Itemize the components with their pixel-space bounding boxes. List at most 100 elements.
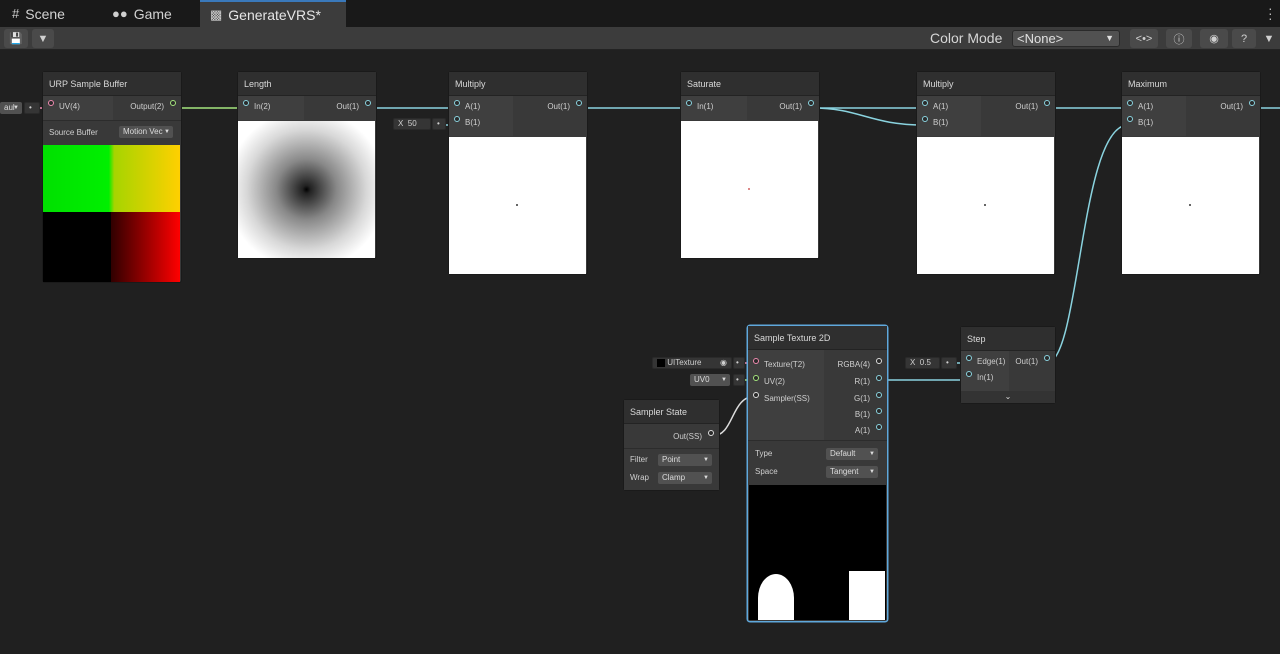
preview-white-rect bbox=[849, 571, 885, 620]
chevron-down-icon: ▼ bbox=[721, 377, 727, 383]
output-port-b[interactable] bbox=[876, 408, 882, 414]
input-port-in[interactable] bbox=[243, 100, 249, 106]
input-port-uv[interactable] bbox=[48, 100, 54, 106]
more-options-icon[interactable]: · · · bbox=[1268, 1, 1273, 25]
port-label-uv: UV(4) bbox=[59, 102, 80, 111]
input-port-a[interactable] bbox=[454, 100, 460, 106]
uv-port-field[interactable]: • bbox=[733, 374, 745, 386]
wrap-value: Clamp bbox=[662, 473, 686, 482]
port-dot-icon: • bbox=[437, 119, 440, 128]
node-step[interactable]: Step Edge(1) In(1) Out(1) ⌄ bbox=[961, 327, 1055, 403]
port-label-in: In(1) bbox=[697, 102, 714, 111]
graph-inspector-button[interactable]: ⓘ bbox=[1166, 29, 1192, 48]
save-dropdown-button[interactable]: ▼ bbox=[32, 29, 54, 48]
node-ports: Out(SS) bbox=[624, 424, 719, 448]
type-dropdown[interactable]: Default ▼ bbox=[826, 448, 878, 460]
node-title: Multiply bbox=[449, 72, 587, 96]
space-dropdown[interactable]: Tangent ▼ bbox=[826, 466, 878, 478]
object-picker-icon[interactable]: ◉ bbox=[720, 358, 727, 368]
input-port-sampler[interactable] bbox=[753, 392, 759, 398]
output-port[interactable] bbox=[365, 100, 371, 106]
node-sampler-state[interactable]: Sampler State Out(SS) Filter Point ▼ Wra… bbox=[624, 400, 719, 490]
port-dot-icon: • bbox=[29, 103, 32, 112]
main-preview-button[interactable]: ◉ bbox=[1200, 29, 1228, 48]
step-edge-value-field[interactable]: X 0.5 bbox=[905, 357, 940, 369]
filter-dropdown[interactable]: Point ▼ bbox=[658, 454, 712, 466]
input-port-a[interactable] bbox=[922, 100, 928, 106]
multiply-b-value-field[interactable]: X 50 bbox=[393, 118, 431, 130]
type-value: Default bbox=[830, 449, 856, 458]
gamepad-icon: ●● bbox=[112, 6, 128, 21]
output-port[interactable] bbox=[576, 100, 582, 106]
toolbar-menu-button[interactable]: ▼ bbox=[1260, 29, 1278, 48]
node-maximum[interactable]: Maximum A(1) B(1) Out(1) bbox=[1122, 72, 1260, 274]
node-ports: UV(4) Output(2) bbox=[43, 96, 181, 120]
input-port-in[interactable] bbox=[966, 371, 972, 377]
tab-game[interactable]: ●● Game bbox=[102, 0, 182, 27]
uv-default-dropdown[interactable]: aul ▼ bbox=[0, 102, 22, 114]
space-value: Tangent bbox=[830, 467, 859, 476]
help-icon: ? bbox=[1240, 32, 1248, 45]
uv-default-port-field[interactable]: • bbox=[24, 102, 40, 114]
output-port-a[interactable] bbox=[876, 424, 882, 430]
port-label-in: In(2) bbox=[254, 102, 271, 111]
preview-red-quadrant bbox=[111, 212, 180, 282]
input-port-in[interactable] bbox=[686, 100, 692, 106]
port-label-rgba: RGBA(4) bbox=[837, 360, 870, 369]
node-length[interactable]: Length In(2) Out(1) bbox=[238, 72, 376, 258]
tab-label: Game bbox=[133, 5, 172, 22]
input-port-edge[interactable] bbox=[966, 355, 972, 361]
multiply-b-port-field[interactable]: • bbox=[432, 118, 446, 130]
save-icon: 💾 bbox=[9, 33, 23, 45]
output-port[interactable] bbox=[1044, 100, 1050, 106]
node-preview bbox=[1122, 137, 1259, 274]
input-port-texture[interactable] bbox=[753, 358, 759, 364]
node-ports: A(1) B(1) Out(1) bbox=[917, 96, 1055, 136]
node-title: Sampler State bbox=[624, 400, 719, 424]
node-properties: Source Buffer Motion Vec ▼ bbox=[43, 120, 181, 144]
output-port-rgba[interactable] bbox=[876, 358, 882, 364]
texture-thumbnail bbox=[657, 358, 665, 367]
output-port[interactable] bbox=[170, 100, 176, 106]
output-port[interactable] bbox=[708, 430, 714, 436]
wrap-label: Wrap bbox=[630, 473, 649, 482]
port-label-out: Out(1) bbox=[547, 102, 570, 111]
node-saturate[interactable]: Saturate In(1) Out(1) bbox=[681, 72, 819, 258]
inputs-panel bbox=[681, 96, 747, 120]
texture-port-field[interactable]: • bbox=[733, 357, 745, 369]
source-buffer-dropdown[interactable]: Motion Vec ▼ bbox=[119, 126, 173, 138]
output-port[interactable] bbox=[1044, 355, 1050, 361]
save-button[interactable]: 💾 bbox=[4, 29, 28, 48]
wire-step-to-maximum-b bbox=[1046, 124, 1129, 364]
expand-preview-button[interactable]: ⌄ bbox=[961, 391, 1055, 403]
input-port-b[interactable] bbox=[454, 116, 460, 122]
node-urp-sample-buffer[interactable]: URP Sample Buffer UV(4) Output(2) Source… bbox=[43, 72, 181, 282]
output-port[interactable] bbox=[808, 100, 814, 106]
node-multiply-2[interactable]: Multiply A(1) B(1) Out(1) bbox=[917, 72, 1055, 274]
port-label-a: A(1) bbox=[465, 102, 481, 111]
output-port-g[interactable] bbox=[876, 392, 882, 398]
input-port-uv[interactable] bbox=[753, 375, 759, 381]
chevron-down-icon: ▼ bbox=[869, 469, 875, 475]
input-port-b[interactable] bbox=[1127, 116, 1133, 122]
preview-center-dot bbox=[984, 204, 986, 206]
tab-generatevrs[interactable]: ▩ GenerateVRS* bbox=[200, 0, 346, 27]
output-port-r[interactable] bbox=[876, 375, 882, 381]
node-multiply[interactable]: Multiply A(1) B(1) Out(1) bbox=[449, 72, 587, 274]
step-edge-port-field[interactable]: • bbox=[941, 357, 957, 369]
wrap-dropdown[interactable]: Clamp ▼ bbox=[658, 472, 712, 484]
blackboard-toggle-button[interactable]: <•> bbox=[1130, 29, 1158, 48]
node-sample-texture-2d[interactable]: Sample Texture 2D Texture(T2) UV(2) Samp… bbox=[748, 326, 887, 621]
preview-center-dot bbox=[516, 204, 518, 206]
port-label-output: Output(2) bbox=[130, 102, 164, 111]
tab-scene[interactable]: # Scene bbox=[2, 0, 75, 27]
uv-channel-dropdown[interactable]: UV0 ▼ bbox=[690, 374, 730, 386]
output-port[interactable] bbox=[1249, 100, 1255, 106]
port-label-texture: Texture(T2) bbox=[764, 360, 805, 369]
texture-object-field[interactable]: UITexture ◉ bbox=[652, 357, 732, 369]
node-preview bbox=[238, 121, 375, 258]
help-button[interactable]: ? bbox=[1232, 29, 1256, 48]
input-port-a[interactable] bbox=[1127, 100, 1133, 106]
color-mode-select[interactable]: <None> ▼ bbox=[1012, 30, 1120, 47]
input-port-b[interactable] bbox=[922, 116, 928, 122]
